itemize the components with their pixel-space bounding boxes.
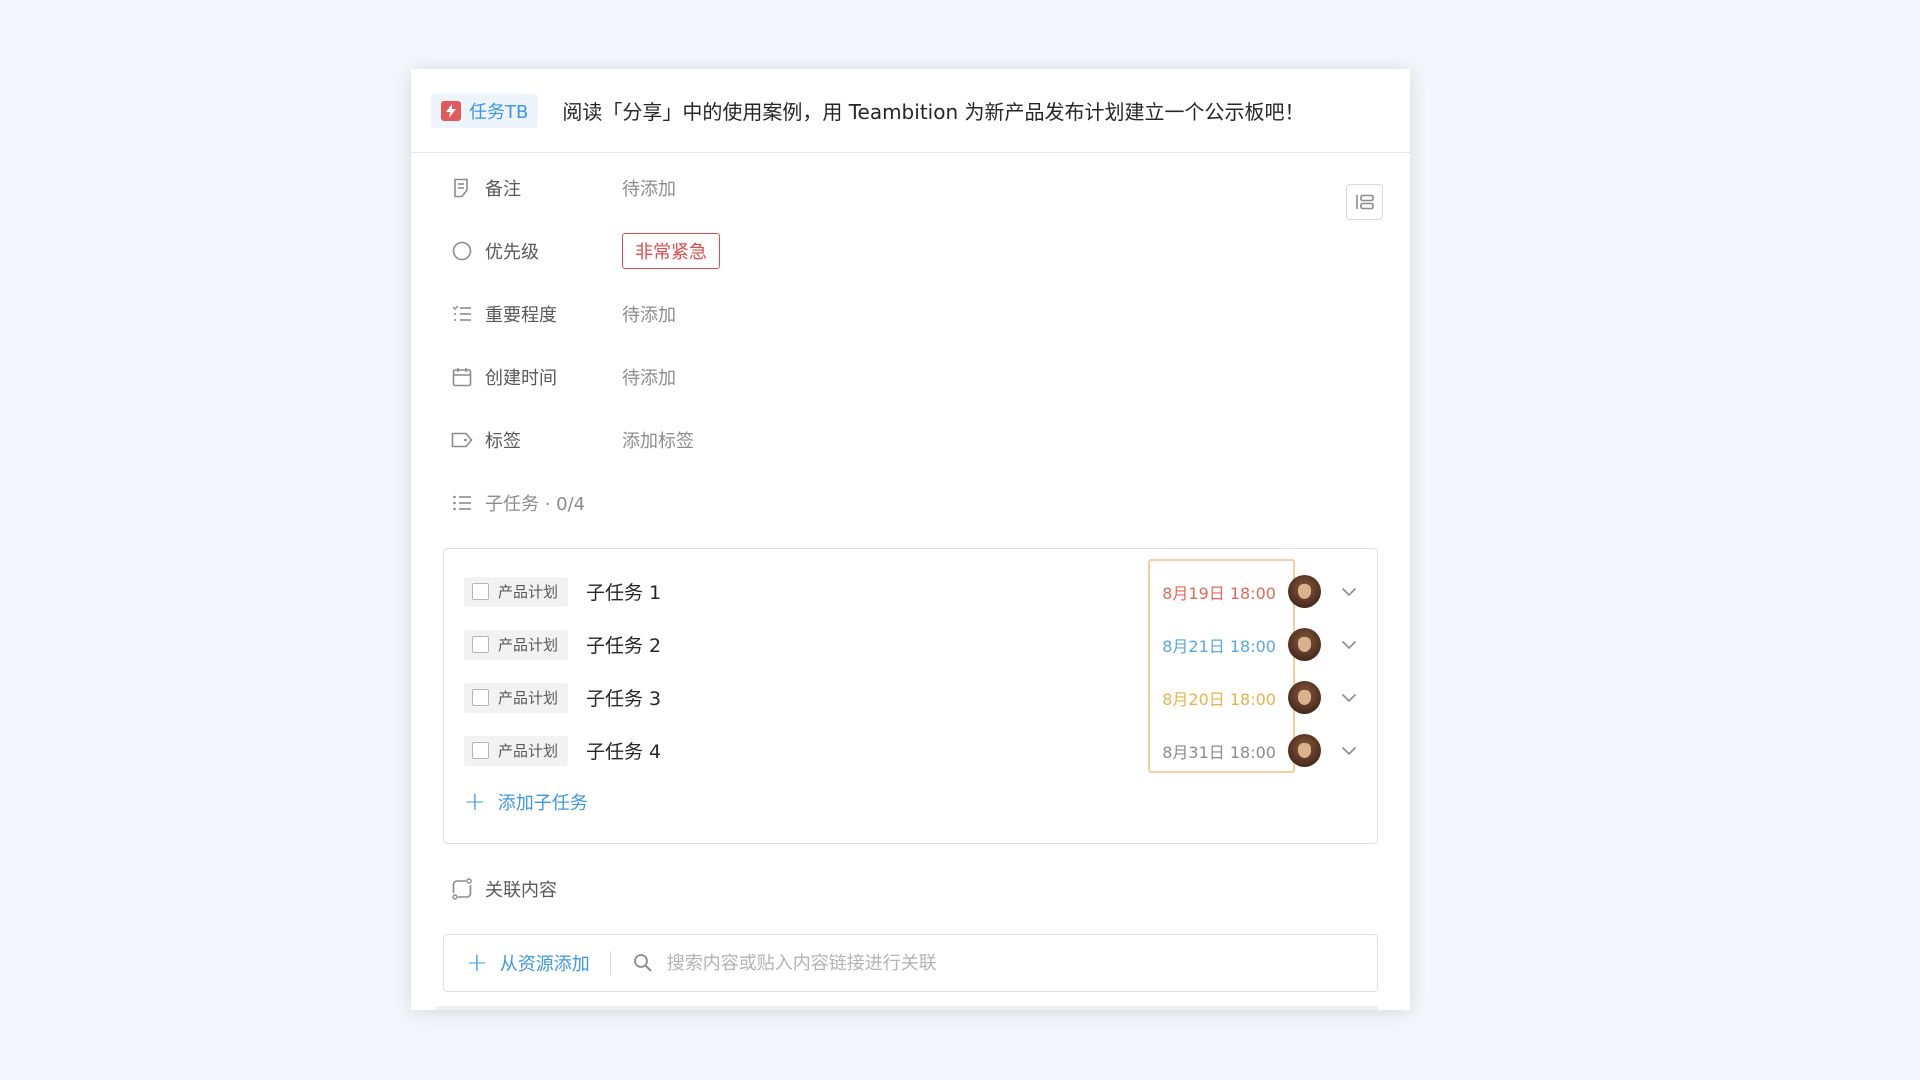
priority-tag[interactable]: 非常紧急 (622, 232, 720, 269)
task-type-badge[interactable]: 任务TB (431, 93, 539, 128)
project-chip[interactable]: 产品计划 (464, 629, 569, 660)
subtask-row[interactable]: 产品计划 子任务 3 8月20日 18:00 (464, 671, 1357, 724)
chevron-down-icon[interactable] (1341, 584, 1357, 600)
priority-label: 优先级 (485, 241, 539, 263)
add-tag-link[interactable]: 添加标签 (622, 427, 694, 453)
tags-label: 标签 (485, 430, 521, 452)
related-content-header: 关联内容 (443, 844, 1378, 934)
task-title[interactable]: 阅读「分享」中的使用案例，用 Teambition 为新产品发布计划建立一个公示… (562, 96, 1304, 125)
created-time-label: 创建时间 (485, 367, 557, 389)
subtask-due-date[interactable]: 8月21日 18:00 (1136, 633, 1276, 657)
chevron-down-icon[interactable] (1341, 743, 1357, 759)
layout-icon (1355, 194, 1374, 210)
add-subtask-label: 添加子任务 (497, 793, 588, 814)
list-icon (451, 303, 473, 325)
importance-value[interactable]: 待添加 (622, 301, 676, 327)
subtasks-header: 子任务 · 0/4 (443, 471, 1378, 534)
subtask-title[interactable]: 子任务 4 (586, 737, 1136, 764)
task-body: 备注 待添加 优先级 非常紧急 重要程度 待添加 创建时间 待添加 标签 添加标… (411, 156, 1410, 992)
chevron-down-icon[interactable] (1341, 690, 1357, 706)
checklist-icon (451, 492, 473, 514)
resource-link-bar: + 从资源添加 (443, 934, 1378, 992)
related-content-label: 关联内容 (485, 880, 557, 901)
circle-icon (451, 240, 473, 262)
project-label: 产品计划 (498, 742, 559, 760)
lightning-icon (441, 100, 461, 121)
divider (435, 1006, 1378, 1010)
subtask-title[interactable]: 子任务 2 (586, 631, 1136, 658)
subtasks-count: 子任务 · 0/4 (485, 493, 586, 515)
field-created-time: 创建时间 待添加 (443, 345, 1378, 408)
project-chip[interactable]: 产品计划 (464, 682, 569, 713)
plus-icon: + (466, 948, 488, 978)
subtask-row[interactable]: 产品计划 子任务 1 8月19日 18:00 (464, 565, 1357, 618)
add-from-resource-button[interactable]: + 从资源添加 (466, 950, 590, 976)
subtask-row[interactable]: 产品计划 子任务 2 8月21日 18:00 (464, 618, 1357, 671)
avatar[interactable] (1288, 734, 1321, 767)
avatar[interactable] (1288, 628, 1321, 661)
field-tags: 标签 添加标签 (443, 408, 1378, 471)
project-label: 产品计划 (498, 583, 559, 601)
task-detail-card: 任务TB 阅读「分享」中的使用案例，用 Teambition 为新产品发布计划建… (411, 69, 1410, 1010)
search-icon (633, 953, 653, 973)
created-time-value[interactable]: 待添加 (622, 364, 676, 390)
subtask-due-date[interactable]: 8月20日 18:00 (1136, 686, 1276, 710)
field-priority: 优先级 非常紧急 (443, 219, 1378, 282)
add-subtask-button[interactable]: + 添加子任务 (464, 779, 1357, 825)
link-icon (451, 878, 473, 900)
avatar[interactable] (1288, 681, 1321, 714)
subtask-title[interactable]: 子任务 1 (586, 578, 1136, 605)
layout-toggle-button[interactable] (1346, 184, 1383, 220)
subtask-checkbox[interactable] (472, 742, 489, 759)
subtask-due-date[interactable]: 8月19日 18:00 (1136, 580, 1276, 604)
field-note: 备注 待添加 (443, 156, 1378, 219)
add-from-resource-label: 从资源添加 (499, 954, 590, 975)
subtask-row[interactable]: 产品计划 子任务 4 8月31日 18:00 (464, 724, 1357, 777)
project-chip[interactable]: 产品计划 (464, 735, 569, 766)
field-importance: 重要程度 待添加 (443, 282, 1378, 345)
avatar[interactable] (1288, 575, 1321, 608)
task-header: 任务TB 阅读「分享」中的使用案例，用 Teambition 为新产品发布计划建… (411, 69, 1410, 153)
project-label: 产品计划 (498, 689, 559, 707)
tag-icon (451, 429, 473, 451)
task-type-label: 任务TB (469, 101, 529, 123)
related-search-input[interactable] (666, 952, 1307, 974)
subtask-due-date[interactable]: 8月31日 18:00 (1136, 739, 1276, 763)
plus-icon: + (464, 787, 486, 817)
divider (609, 951, 611, 975)
importance-label: 重要程度 (485, 304, 557, 326)
subtask-checkbox[interactable] (472, 583, 489, 600)
note-label: 备注 (485, 178, 521, 200)
subtask-list: 产品计划 子任务 1 8月19日 18:00 产品计划 子任务 2 8月21日 … (443, 548, 1378, 844)
note-icon (451, 177, 473, 199)
chevron-down-icon[interactable] (1341, 637, 1357, 653)
project-label: 产品计划 (498, 636, 559, 654)
subtask-title[interactable]: 子任务 3 (586, 684, 1136, 711)
calendar-icon (451, 366, 473, 388)
note-value[interactable]: 待添加 (622, 175, 676, 201)
subtask-checkbox[interactable] (472, 636, 489, 653)
subtask-checkbox[interactable] (472, 689, 489, 706)
project-chip[interactable]: 产品计划 (464, 576, 569, 607)
